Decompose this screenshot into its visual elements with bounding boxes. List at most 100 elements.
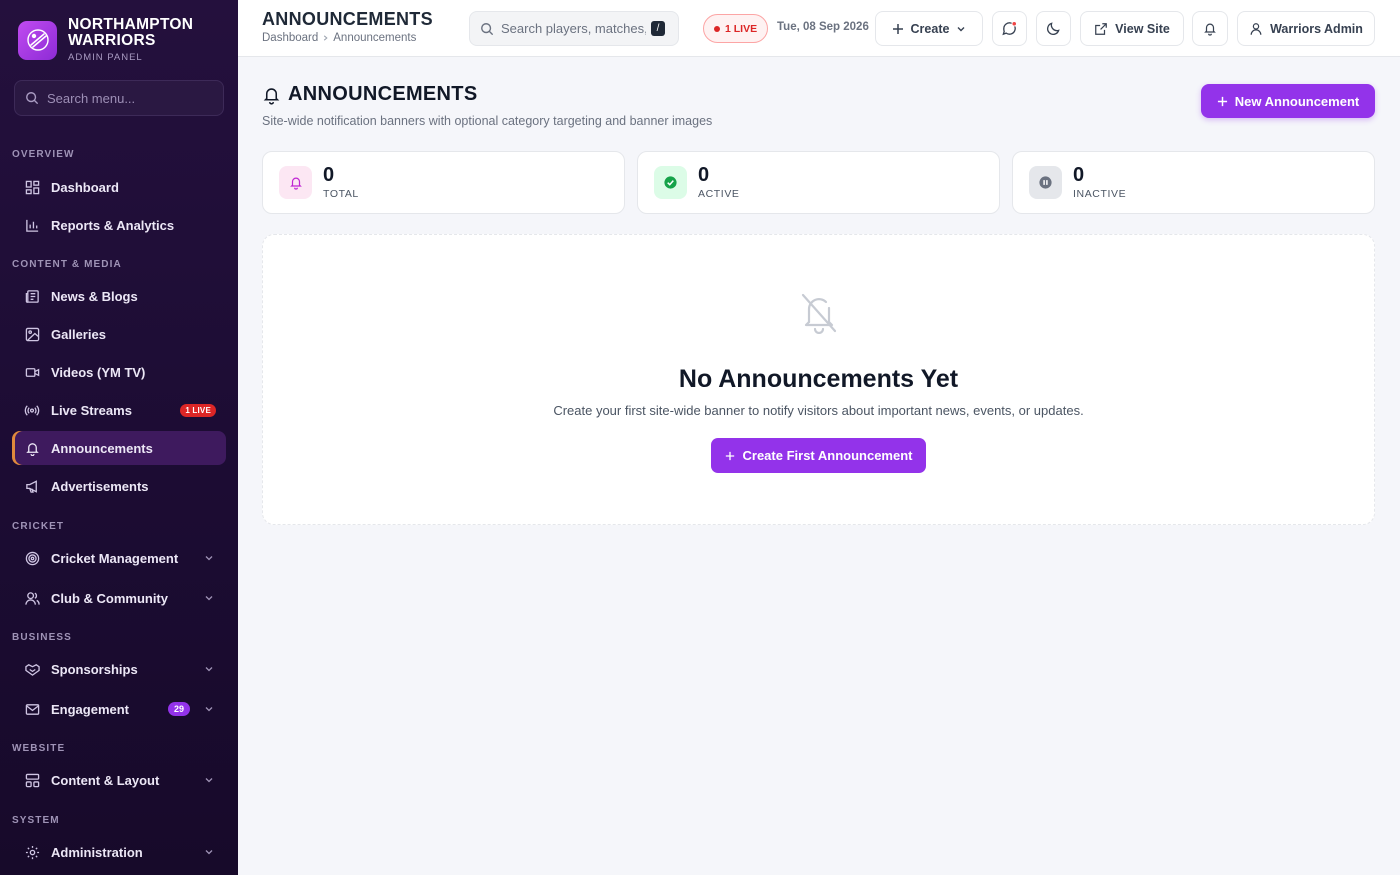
sidebar-item-label: Dashboard	[51, 179, 119, 195]
dashboard-icon	[24, 179, 40, 195]
stat-value: 0	[323, 164, 335, 186]
check-circle-icon	[654, 166, 687, 199]
chevron-down-icon	[205, 707, 213, 712]
breadcrumb-link-dashboard[interactable]: Dashboard	[262, 32, 318, 44]
sidebar-item-club-community[interactable]: Club & Community	[12, 581, 226, 615]
chevron-down-icon	[205, 778, 213, 783]
main-content: ANNOUNCEMENTS Site-wide notification ban…	[238, 57, 1400, 875]
sidebar-item-label: Club & Community	[51, 590, 168, 606]
sidebar-item-announcements[interactable]: Announcements	[12, 431, 226, 465]
sidebar-search-input[interactable]	[47, 90, 207, 106]
search-icon	[26, 92, 38, 104]
search-shortcut-key: /	[651, 21, 665, 36]
sidebar-search[interactable]	[14, 80, 224, 116]
page-title: ANNOUNCEMENTS	[288, 83, 478, 105]
live-indicator[interactable]: 1 LIVE	[703, 14, 769, 43]
sidebar-item-label: Galleries	[51, 326, 106, 342]
create-first-announcement-label: Create First Announcement	[742, 448, 913, 463]
sidebar-item-sponsorships[interactable]: Sponsorships	[12, 652, 226, 686]
section-label-overview: OVERVIEW	[12, 149, 75, 160]
create-label: Create	[910, 21, 950, 36]
plus-icon	[725, 451, 734, 460]
brand[interactable]: NORTHAMPTON WARRIORS ADMIN PANEL	[0, 0, 238, 80]
sidebar-item-news[interactable]: News & Blogs	[12, 279, 226, 313]
page-header: ANNOUNCEMENTS	[262, 83, 477, 106]
chat-bubble-icon	[1002, 21, 1017, 36]
stat-value: 0	[698, 164, 710, 186]
search-icon	[481, 22, 493, 35]
live-badge: 1 LIVE	[180, 403, 216, 417]
sidebar-item-label: Reports & Analytics	[51, 217, 175, 233]
new-announcement-label: New Announcement	[1234, 93, 1360, 109]
chevron-right-icon	[324, 35, 328, 41]
stat-label: INACTIVE	[1073, 188, 1127, 200]
layout-icon	[24, 772, 40, 788]
create-first-announcement-button[interactable]: Create First Announcement	[711, 438, 926, 473]
section-label-content: CONTENT & MEDIA	[12, 259, 122, 270]
notifications-button[interactable]	[1192, 11, 1228, 46]
new-announcement-button[interactable]: New Announcement	[1201, 84, 1375, 118]
sidebar-item-advertisements[interactable]: Advertisements	[12, 469, 226, 503]
user-name: Warriors Admin	[1270, 21, 1363, 36]
chevron-down-icon	[205, 556, 213, 561]
bar-chart-icon	[24, 217, 40, 233]
chevron-down-icon	[205, 596, 213, 601]
sidebar-item-content-layout[interactable]: Content & Layout	[12, 763, 226, 797]
view-site-button[interactable]: View Site	[1080, 11, 1184, 46]
stat-label: TOTAL	[323, 188, 359, 200]
sidebar-item-label: News & Blogs	[51, 288, 138, 304]
topbar: ANNOUNCEMENTS Dashboard Announcements / …	[238, 0, 1400, 57]
pause-circle-icon	[1029, 166, 1062, 199]
bell-icon	[263, 87, 280, 105]
sidebar-item-live-streams[interactable]: Live Streams 1 LIVE	[12, 393, 226, 427]
sidebar-item-label: Live Streams	[51, 402, 132, 418]
user-menu-button[interactable]: Warriors Admin	[1237, 11, 1375, 46]
sidebar-item-label: Administration	[51, 844, 143, 860]
create-dropdown-button[interactable]: Create	[875, 11, 983, 46]
sidebar-item-galleries[interactable]: Galleries	[12, 317, 226, 351]
newspaper-icon	[24, 288, 40, 304]
sidebar-item-administration[interactable]: Administration	[12, 835, 226, 869]
live-dot-icon	[714, 25, 720, 32]
sidebar: NORTHAMPTON WARRIORS ADMIN PANEL OVERVIE…	[0, 0, 238, 875]
sidebar-item-cricket-management[interactable]: Cricket Management	[12, 541, 226, 575]
page-subtitle: Site-wide notification banners with opti…	[262, 114, 713, 128]
users-icon	[24, 590, 40, 606]
global-search[interactable]: /	[469, 11, 679, 46]
target-icon	[24, 550, 40, 566]
stat-card-active: 0 ACTIVE	[637, 151, 1000, 214]
section-label-business: BUSINESS	[12, 632, 72, 643]
sidebar-item-reports[interactable]: Reports & Analytics	[12, 208, 226, 242]
brand-subtitle: ADMIN PANEL	[68, 52, 143, 63]
view-site-label: View Site	[1115, 21, 1170, 36]
broadcast-icon	[24, 402, 40, 418]
bell-icon	[279, 166, 312, 199]
brand-title-line1: NORTHAMPTON	[68, 16, 194, 33]
handshake-icon	[24, 661, 40, 677]
moon-icon	[1047, 22, 1060, 35]
stat-label: ACTIVE	[698, 188, 740, 200]
plus-icon	[1217, 96, 1227, 106]
section-label-cricket: CRICKET	[12, 521, 65, 532]
sidebar-item-videos[interactable]: Videos (YM TV)	[12, 355, 226, 389]
chevron-down-icon	[205, 667, 213, 672]
mail-icon	[24, 701, 40, 717]
sidebar-item-label: Engagement	[51, 701, 130, 717]
engagement-count-badge: 29	[167, 702, 190, 716]
user-icon	[1250, 22, 1262, 35]
theme-toggle-button[interactable]	[1036, 11, 1071, 46]
brand-logo-icon	[18, 20, 57, 60]
breadcrumb-current: Announcements	[333, 32, 417, 44]
sidebar-item-dashboard[interactable]: Dashboard	[12, 170, 226, 204]
empty-state-title: No Announcements Yet	[678, 365, 959, 393]
sidebar-item-engagement[interactable]: Engagement 29	[12, 692, 226, 726]
messages-button[interactable]	[992, 11, 1027, 46]
bell-icon	[1204, 23, 1216, 36]
chevron-down-icon	[205, 850, 213, 855]
external-link-icon	[1095, 22, 1108, 35]
gear-icon	[24, 844, 40, 860]
sidebar-item-label: Cricket Management	[51, 550, 179, 566]
empty-state-text: Create your first site-wide banner to no…	[553, 403, 1084, 418]
global-search-input[interactable]	[501, 21, 646, 36]
stat-card-total: 0 TOTAL	[262, 151, 625, 214]
